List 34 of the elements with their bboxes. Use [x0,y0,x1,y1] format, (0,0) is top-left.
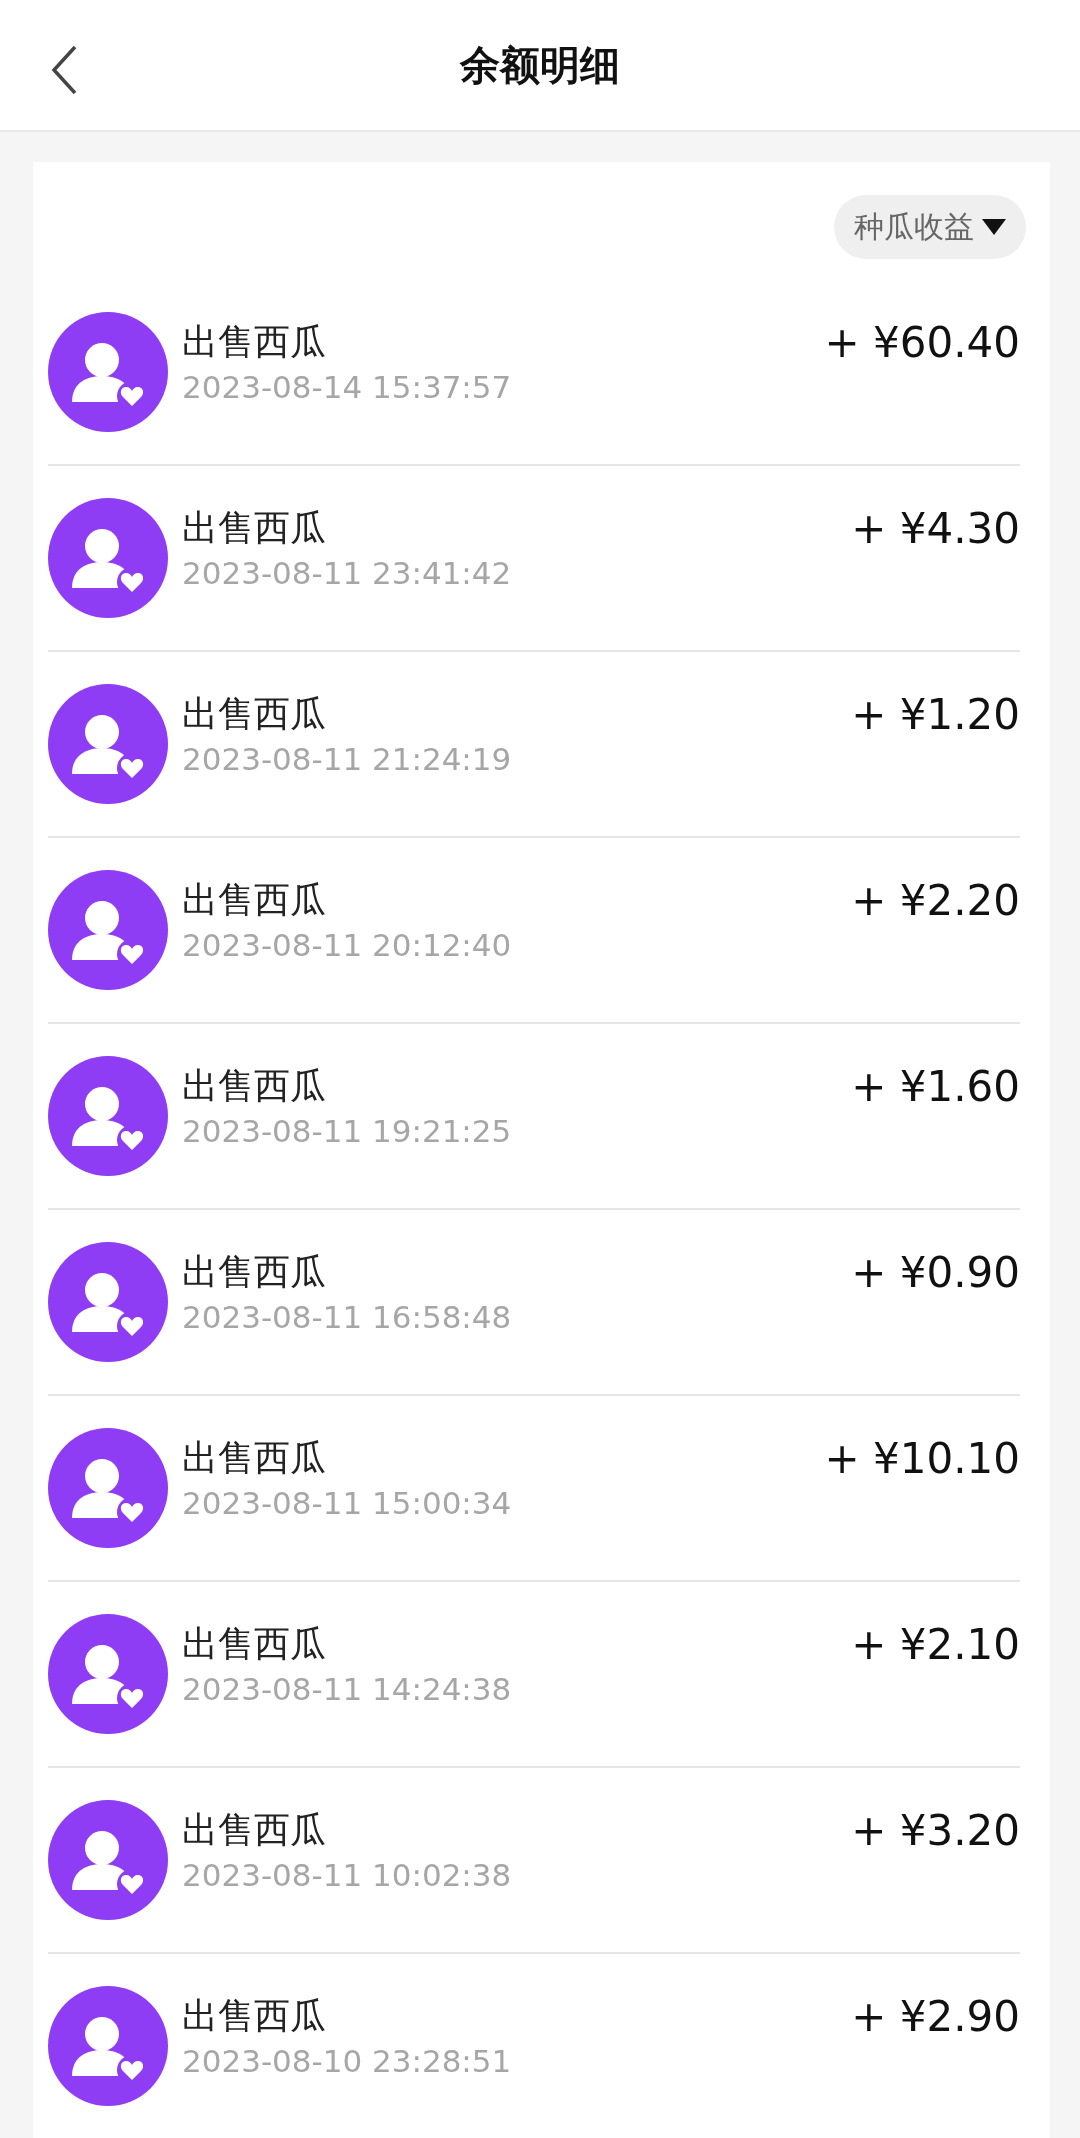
transaction-amount: + ¥2.10 [851,1619,1020,1670]
transaction-title: 出售西瓜 [182,1436,327,1480]
transaction-title: 出售西瓜 [182,320,327,364]
back-icon[interactable] [50,44,78,96]
transaction-title: 出售西瓜 [182,1994,327,2038]
transaction-title: 出售西瓜 [182,1250,327,1294]
filter-dropdown[interactable]: 种瓜收益 [834,195,1026,259]
transaction-time: 2023-08-11 10:02:38 [182,1856,513,1895]
transaction-amount: + ¥10.10 [824,1433,1020,1484]
transaction-title: 出售西瓜 [182,1064,327,1108]
transaction-time: 2023-08-14 15:37:57 [182,368,513,407]
transaction-amount: + ¥4.30 [851,503,1020,554]
transaction-amount: + ¥0.90 [851,1247,1020,1298]
transaction-time: 2023-08-11 15:00:34 [182,1484,513,1523]
transaction-amount: + ¥2.90 [851,1991,1020,2042]
transaction-time: 2023-08-11 20:12:40 [182,926,513,965]
transaction-time: 2023-08-11 16:58:48 [182,1298,513,1337]
transaction-time: 2023-08-10 23:28:51 [182,2042,513,2081]
transaction-time: 2023-08-11 19:21:25 [182,1112,513,1151]
transaction-amount: + ¥60.40 [824,317,1020,368]
transaction-amount: + ¥2.20 [851,875,1020,926]
transaction-title: 出售西瓜 [182,1622,327,1666]
transaction-amount: + ¥1.20 [851,689,1020,740]
transaction-time: 2023-08-11 23:41:42 [182,554,513,593]
transaction-title: 出售西瓜 [182,506,327,550]
transaction-amount: + ¥3.20 [851,1805,1020,1856]
page-title: 余额明细 [460,40,620,90]
transaction-title: 出售西瓜 [182,1808,327,1852]
transaction-title: 出售西瓜 [182,692,327,736]
caret-icon [982,219,1006,235]
transaction-time: 2023-08-11 21:24:19 [182,740,513,779]
transaction-time: 2023-08-11 14:24:38 [182,1670,513,1709]
transaction-title: 出售西瓜 [182,878,327,922]
transaction-amount: + ¥1.60 [851,1061,1020,1112]
